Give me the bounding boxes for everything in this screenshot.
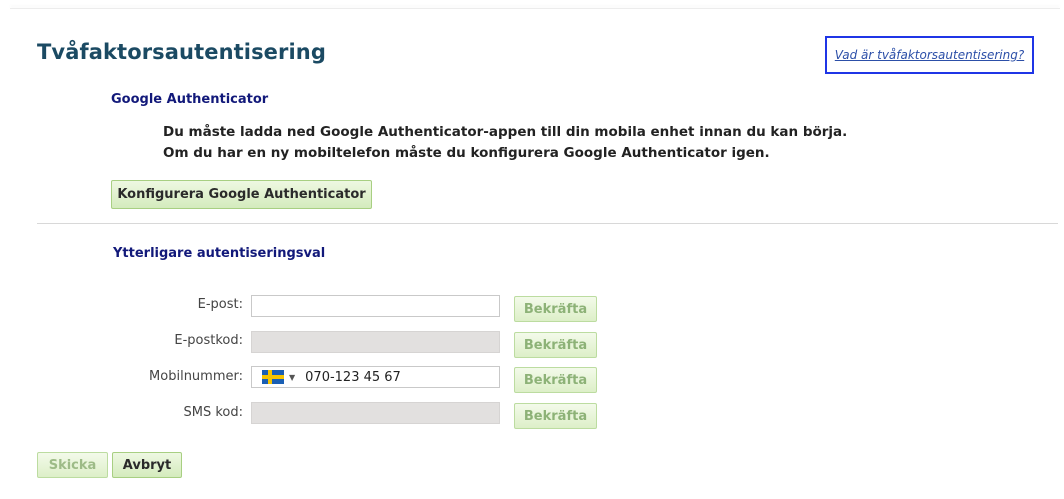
section-divider bbox=[37, 223, 1058, 224]
confirm-sms-code-button[interactable]: Bekräfta bbox=[514, 403, 597, 429]
confirm-email-code-button[interactable]: Bekräfta bbox=[514, 332, 597, 358]
email-field[interactable] bbox=[251, 295, 500, 317]
email-code-label: E-postkod: bbox=[174, 333, 243, 348]
mobile-number-label: Mobilnummer: bbox=[149, 369, 243, 384]
email-label: E-post: bbox=[197, 297, 243, 312]
email-code-field bbox=[251, 331, 500, 353]
sms-code-label: SMS kod: bbox=[183, 405, 243, 420]
submit-button[interactable]: Skicka bbox=[37, 452, 108, 478]
sms-code-field bbox=[251, 402, 500, 424]
page-title: Tvåfaktorsautentisering bbox=[37, 40, 326, 64]
instruction-line-1: Du måste ladda ned Google Authenticator-… bbox=[163, 124, 848, 140]
mobile-number-value: 070-123 45 67 bbox=[305, 369, 401, 385]
cancel-button[interactable]: Avbryt bbox=[112, 452, 182, 478]
mobile-number-field[interactable]: ▼ 070-123 45 67 bbox=[251, 366, 500, 388]
confirm-mobile-number-button[interactable]: Bekräfta bbox=[514, 367, 597, 393]
sweden-flag-icon[interactable] bbox=[262, 370, 284, 384]
instruction-line-2: Om du har en ny mobiltelefon måste du ko… bbox=[163, 145, 770, 161]
confirm-email-button[interactable]: Bekräfta bbox=[514, 296, 597, 322]
google-authenticator-heading: Google Authenticator bbox=[111, 92, 269, 107]
country-dropdown-caret-icon[interactable]: ▼ bbox=[289, 373, 295, 382]
help-link[interactable]: Vad är tvåfaktorsautentisering? bbox=[825, 36, 1034, 74]
top-border bbox=[10, 8, 1060, 9]
configure-google-authenticator-button[interactable]: Konfigurera Google Authenticator bbox=[111, 180, 372, 209]
additional-options-heading: Ytterligare autentiseringsval bbox=[113, 246, 326, 261]
